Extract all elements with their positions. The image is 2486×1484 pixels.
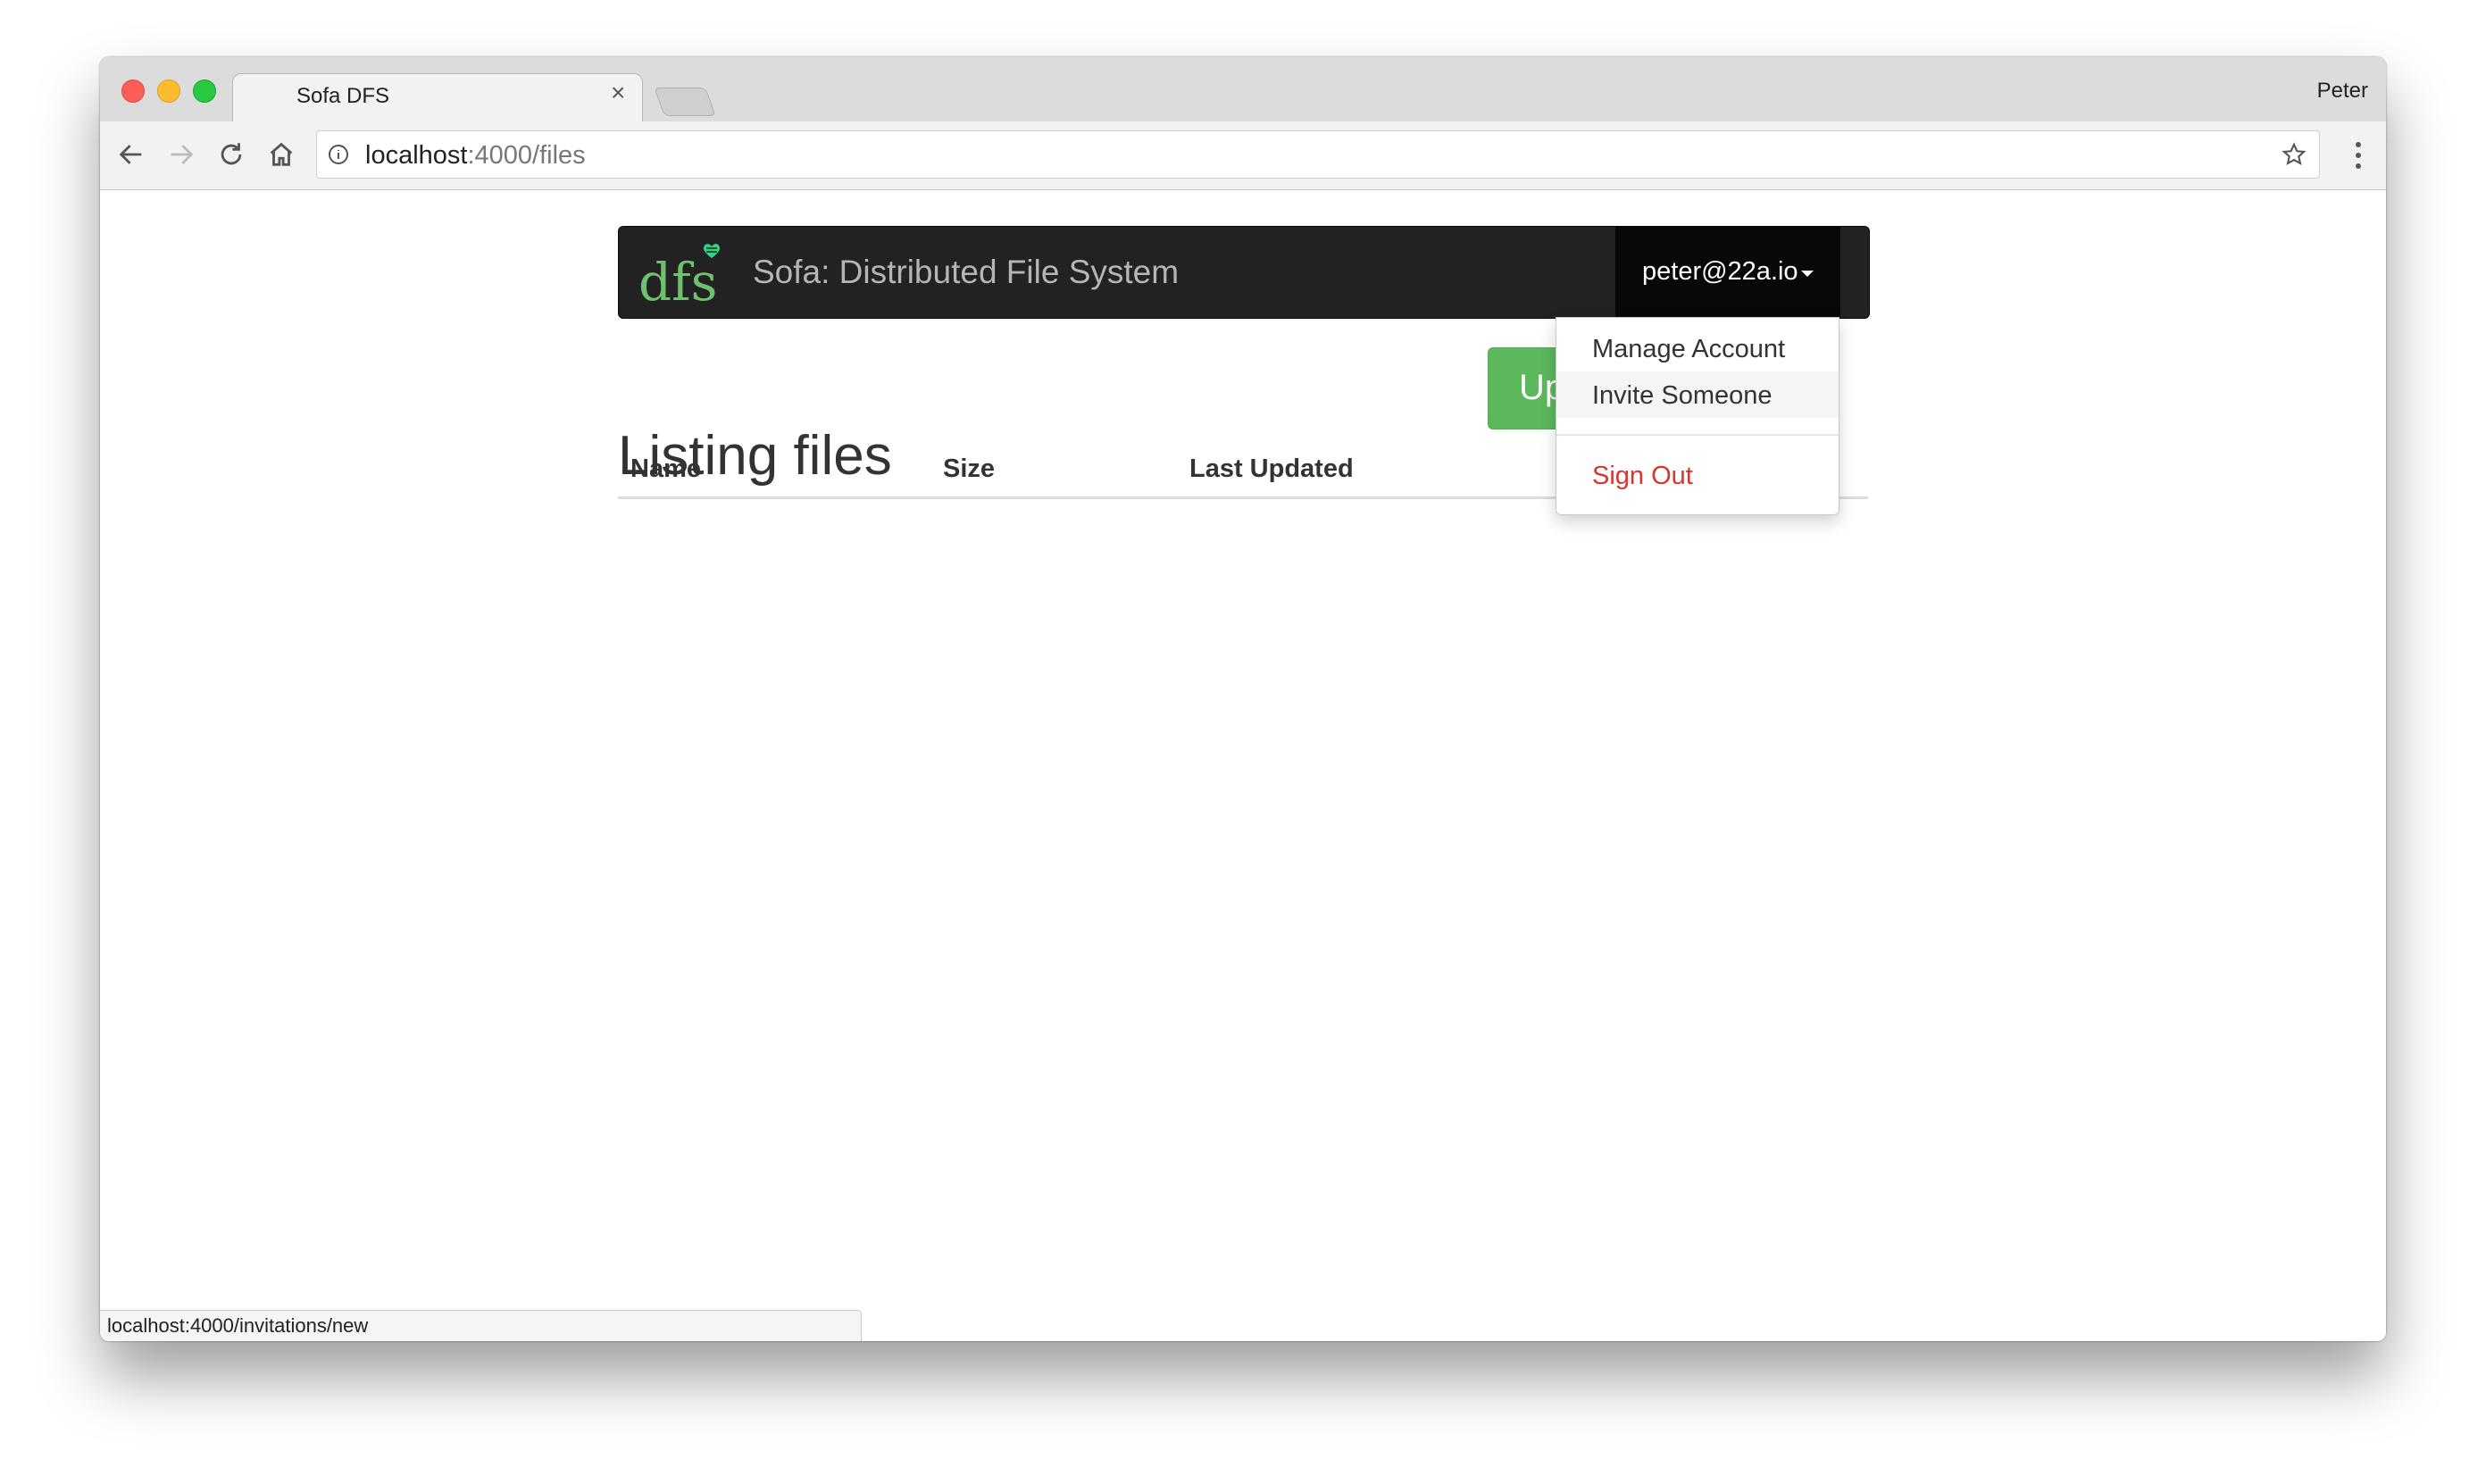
new-tab-button[interactable] — [654, 88, 716, 116]
back-arrow-icon[interactable] — [116, 139, 146, 170]
page-content: dfs Sofa: Distributed File System peter@… — [100, 190, 2386, 1341]
dropdown-item-label: Sign Out — [1592, 462, 1693, 490]
dropdown-item-label: Manage Account — [1592, 335, 1786, 363]
profile-name[interactable]: Peter — [2317, 79, 2368, 104]
menu-dots-icon[interactable] — [2354, 141, 2363, 170]
url-path: :4000/files — [467, 141, 586, 170]
dropdown-divider — [1556, 434, 1839, 436]
minimize-window-button[interactable] — [157, 79, 180, 103]
reload-icon[interactable] — [216, 139, 246, 170]
column-header-size[interactable]: Size — [943, 454, 995, 484]
close-window-button[interactable] — [121, 79, 145, 103]
svg-text:dfs: dfs — [638, 252, 717, 307]
home-icon[interactable] — [266, 139, 296, 170]
tab-strip: Sofa DFS × Peter — [100, 57, 2386, 124]
column-header-name[interactable]: Name — [630, 454, 701, 484]
status-url: localhost:4000/invitations/new — [107, 1314, 369, 1337]
url-host: localhost — [365, 141, 468, 170]
url-text: localhost:4000/files — [365, 141, 586, 171]
close-icon[interactable]: × — [611, 80, 625, 105]
browser-window: Sofa DFS × Peter localhost:4000/files df… — [100, 57, 2386, 1341]
dropdown-item-label: Invite Someone — [1592, 381, 1773, 410]
dfs-logo[interactable]: dfs — [635, 238, 733, 307]
tab-sofa-dfs[interactable] — [232, 73, 643, 124]
app-navbar: dfs Sofa: Distributed File System peter@… — [618, 226, 1870, 319]
user-email: peter@22a.io — [1642, 257, 1798, 286]
star-icon[interactable] — [2282, 142, 2307, 167]
info-icon[interactable] — [328, 144, 349, 165]
brand-title[interactable]: Sofa: Distributed File System — [753, 254, 1179, 291]
tab-title: Sofa DFS — [296, 84, 390, 108]
address-bar[interactable]: localhost:4000/files — [316, 130, 2320, 179]
browser-toolbar: localhost:4000/files — [100, 121, 2386, 190]
dropdown-item-invite-someone[interactable]: Invite Someone — [1556, 371, 1839, 418]
user-dropdown-menu: Manage Account Invite Someone Sign Out — [1556, 317, 1839, 515]
forward-arrow-icon[interactable] — [166, 139, 196, 170]
dropdown-item-manage-account[interactable]: Manage Account — [1556, 325, 1839, 371]
dropdown-item-sign-out[interactable]: Sign Out — [1556, 452, 1839, 498]
column-header-last-updated[interactable]: Last Updated — [1189, 454, 1354, 484]
caret-down-icon — [1801, 271, 1814, 277]
maximize-window-button[interactable] — [193, 79, 216, 103]
status-bar: localhost:4000/invitations/new — [100, 1310, 862, 1341]
user-menu-toggle[interactable]: peter@22a.io — [1615, 227, 1840, 318]
